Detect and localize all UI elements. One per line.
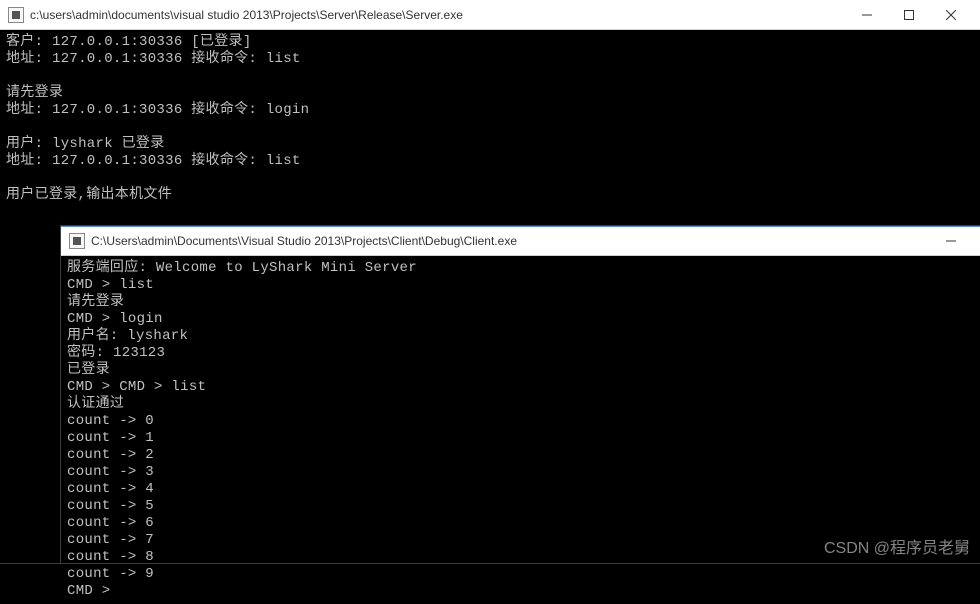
server-titlebar[interactable]: c:\users\admin\documents\visual studio 2… (0, 0, 980, 30)
server-console-output[interactable]: 客户: 127.0.0.1:30336 [已登录]地址: 127.0.0.1:3… (0, 30, 980, 208)
console-line: CMD > CMD > list (67, 379, 974, 396)
watermark-text: CSDN @程序员老舅 (824, 534, 970, 558)
console-line: count -> 9 (67, 566, 974, 583)
console-line: count -> 0 (67, 413, 974, 430)
close-button[interactable] (930, 0, 972, 29)
console-line (6, 170, 974, 187)
console-line: 地址: 127.0.0.1:30336 接收命令: list (6, 153, 974, 170)
console-line: 请先登录 (67, 294, 974, 311)
console-line (6, 119, 974, 136)
console-line: count -> 6 (67, 515, 974, 532)
console-line: 用户: lyshark 已登录 (6, 136, 974, 153)
console-line: count -> 2 (67, 447, 974, 464)
console-line: CMD > login (67, 311, 974, 328)
console-line: count -> 3 (67, 464, 974, 481)
window-buttons (930, 227, 972, 256)
console-line: 请先登录 (6, 85, 974, 102)
minimize-button[interactable] (930, 227, 972, 256)
console-line: 地址: 127.0.0.1:30336 接收命令: login (6, 102, 974, 119)
console-line: 密码: 123123 (67, 345, 974, 362)
console-line: 服务端回应: Welcome to LyShark Mini Server (67, 260, 974, 277)
console-line: 用户名: lyshark (67, 328, 974, 345)
client-window: C:\Users\admin\Documents\Visual Studio 2… (60, 225, 980, 563)
window-buttons (846, 0, 972, 29)
console-line: 地址: 127.0.0.1:30336 接收命令: list (6, 51, 974, 68)
console-line: 客户: 127.0.0.1:30336 [已登录] (6, 34, 974, 51)
console-line: count -> 4 (67, 481, 974, 498)
minimize-button[interactable] (846, 0, 888, 29)
console-line: count -> 1 (67, 430, 974, 447)
maximize-button[interactable] (888, 0, 930, 29)
client-title: C:\Users\admin\Documents\Visual Studio 2… (91, 234, 930, 248)
client-titlebar[interactable]: C:\Users\admin\Documents\Visual Studio 2… (61, 226, 980, 256)
console-line: 用户已登录,输出本机文件 (6, 187, 974, 204)
console-line: 认证通过 (67, 396, 974, 413)
console-line: count -> 5 (67, 498, 974, 515)
server-title: c:\users\admin\documents\visual studio 2… (30, 8, 846, 22)
console-line (6, 68, 974, 85)
console-icon (69, 233, 85, 249)
console-line: CMD > list (67, 277, 974, 294)
console-icon (8, 7, 24, 23)
console-line: 已登录 (67, 362, 974, 379)
console-line: CMD > (67, 583, 974, 600)
